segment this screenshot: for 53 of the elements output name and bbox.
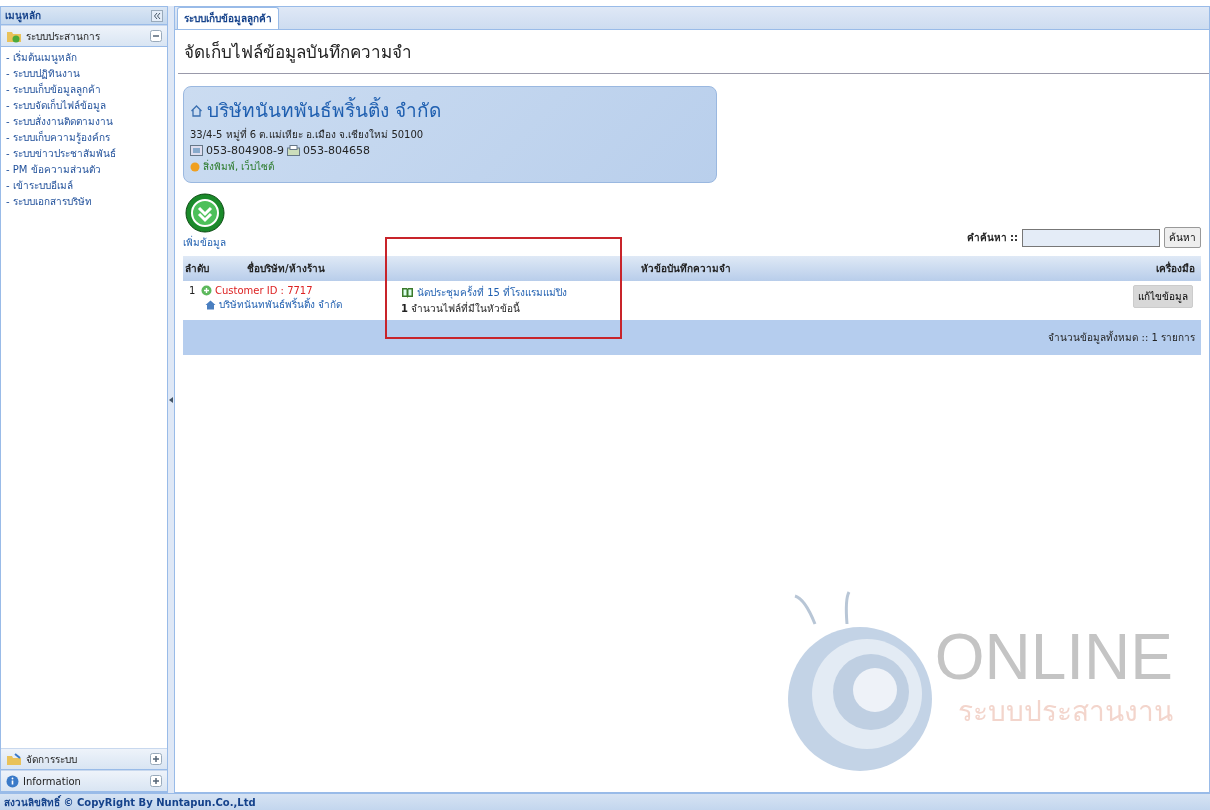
accordion-header[interactable]: Information [1,770,167,792]
menu-link[interactable]: - เริ่มต้นเมนูหลัก [6,51,162,65]
search-button[interactable]: ค้นหา [1164,227,1201,248]
menu-link[interactable]: - ระบบข่าวประชาสัมพันธ์ [6,147,162,161]
menu-link[interactable]: - ระบบจัดเก็บไฟล์ข้อมูล [6,99,162,113]
menu-link[interactable]: - PM ข้อความส่วนตัว [6,163,162,177]
file-count-label: จำนวนไฟล์ที่มีในหัวข้อนี้ [410,301,520,316]
company-link[interactable]: บริษัทนันทพันธ์พริ้นติ้ง จำกัด [219,297,343,312]
menu-link[interactable]: - ระบบเก็บความรู้องค์กร [6,131,162,145]
search-label: คำค้นหา :: [966,231,1018,245]
search-field[interactable] [1022,228,1160,247]
section-label: ระบบประสานการ [26,29,101,44]
menu-link[interactable]: - ระบบเอกสารบริษัท [6,195,162,209]
edit-button[interactable]: แก้ไขข้อมูล [1133,285,1193,308]
tab[interactable]: ระบบเก็บข้อมูลลูกค้า [177,7,279,29]
logo-wordmark: ONLINE [934,625,1173,689]
accordion-header[interactable]: ระบบประสานการ [1,25,167,47]
add-data-button[interactable]: เพิ่มข้อมูล [183,193,226,250]
sidebar-title: เมนูหลัก [5,9,41,23]
copyright-text: สงวนลิขสิทธิ์ © CopyRight By Nuntapun.Co.,Ltd [4,794,256,810]
folder-icon [6,752,22,766]
page-title: จัดเก็บไฟล์ข้อมูลบันทึกความจำ [178,30,1209,74]
accordion-header[interactable]: จัดการระบบ [1,748,167,770]
total-count: จำนวนข้อมูลทั้งหมด :: 1 รายการ [183,320,1201,355]
phone-number: 053-804908-9 [206,144,284,157]
customer-id: Customer ID : 7717 [215,285,313,296]
column-header: หัวข้อบันทึกความจำ [419,256,953,281]
folder-icon [6,29,22,43]
expand-icon[interactable] [150,753,162,765]
menu-link[interactable]: - ระบบสั่งงานติดตามงาน [6,115,162,129]
collapse-icon[interactable] [150,30,162,42]
home-icon [205,299,216,310]
file-count: 1 [401,303,408,314]
memo-topic-link[interactable]: นัดประชุมครั้งที่ 15 ที่โรงแรมแม่ปิง [417,285,568,300]
info-icon [6,774,19,788]
column-header: ลำดับ [183,256,227,281]
fax-icon [286,145,300,156]
home-icon [190,103,203,117]
company-links[interactable]: สิ่งพิมพ์, เว็บไซต์ [203,159,275,174]
column-header: เครื่องมือ [952,256,1201,281]
menu-link[interactable]: - ระบบเก็บข้อมูลลูกค้า [6,83,162,97]
menu-link[interactable]: - เข้าระบบอีเมล์ [6,179,162,193]
splitter-arrow-icon[interactable] [169,396,173,403]
section-label: จัดการระบบ [26,752,78,767]
collapse-icon[interactable] [151,9,163,22]
menu-link[interactable]: - ระบบปฏิทินงาน [6,67,162,81]
book-icon [401,287,414,298]
section-label: Information [23,775,82,787]
company-address: 33/4-5 หมู่ที่ 6 ต.แม่เหียะ อ.เมือง จ.เชียงใหม่ 50100 [190,127,425,142]
column-header: ชื่อบริษัท/ห้างร้าน [227,256,419,281]
company-name: บริษัทนันทพันธ์พริ้นติ้ง จำกัด [207,96,442,123]
fax-number: 053-804658 [302,144,370,157]
expand-icon[interactable] [150,775,162,787]
